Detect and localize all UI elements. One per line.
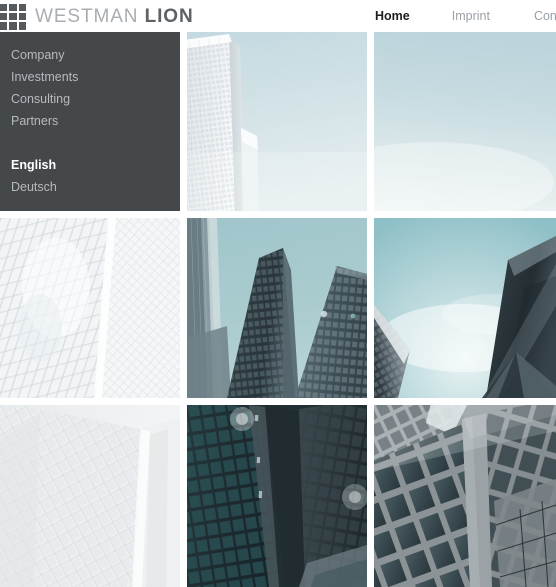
gallery-tile-row3-col3[interactable]: [374, 405, 556, 587]
nav-item-home[interactable]: Home: [375, 10, 410, 23]
logo-square: [0, 3, 8, 11]
logo-square: [9, 3, 17, 11]
logo-square: [9, 12, 17, 21]
brand-logo[interactable]: WESTMAN LION: [0, 0, 194, 32]
nav-item-imprint[interactable]: Imprint: [452, 10, 490, 23]
brand-wordmark: WESTMAN LION: [35, 7, 194, 26]
sidebar-language-deutsch[interactable]: Deutsch: [11, 176, 78, 198]
sidebar: Company Investments Consulting Partners …: [0, 32, 180, 211]
brand-name-primary: WESTMAN: [35, 5, 139, 27]
gallery-tile-row2-col2[interactable]: [187, 218, 367, 398]
sidebar-language-english[interactable]: English: [11, 154, 78, 176]
sidebar-menu: Company Investments Consulting Partners …: [11, 44, 78, 198]
photo-pale-skyscraper-light-sky: [187, 32, 367, 211]
nine-square-grid-icon: [0, 3, 26, 30]
gallery-tile-row2-col3[interactable]: [374, 218, 556, 398]
logo-square: [0, 22, 8, 30]
sidebar-divider-space: [11, 132, 78, 154]
main-navigation: Home Imprint Contact: [375, 0, 556, 32]
photo-white-glass-facade: [0, 218, 180, 398]
logo-square: [9, 22, 17, 30]
logo-square: [18, 3, 26, 11]
nav-item-contact[interactable]: Contact: [534, 10, 556, 23]
gallery-tile-row3-col2[interactable]: [187, 405, 367, 587]
sidebar-item-company[interactable]: Company: [11, 44, 78, 66]
photo-teal-sky-dark-wedges: [374, 218, 556, 398]
photo-pale-gray-office-facade: [0, 405, 180, 587]
sidebar-item-investments[interactable]: Investments: [11, 66, 78, 88]
photo-gray-concrete-framed-windows: [374, 405, 556, 587]
photo-plain-pale-blue-sky: [374, 32, 556, 211]
page-root: WESTMAN LION Home Imprint Contact Compan…: [0, 0, 556, 587]
site-header: WESTMAN LION Home Imprint Contact: [0, 0, 556, 32]
logo-square: [0, 12, 8, 21]
logo-square: [18, 12, 26, 21]
gallery-tile-row1-col3[interactable]: [374, 32, 556, 211]
content-grid: Company Investments Consulting Partners …: [0, 32, 556, 587]
brand-name-secondary: LION: [144, 5, 194, 27]
gallery-tile-row1-col2[interactable]: [187, 32, 367, 211]
gallery-tile-row3-col1[interactable]: [0, 405, 180, 587]
sidebar-item-consulting[interactable]: Consulting: [11, 88, 78, 110]
sidebar-panel: Company Investments Consulting Partners …: [0, 32, 180, 211]
gallery-tile-row2-col1[interactable]: [0, 218, 180, 398]
photo-dark-towers-teal-sky: [187, 218, 367, 398]
logo-square: [18, 22, 26, 30]
sidebar-item-partners[interactable]: Partners: [11, 110, 78, 132]
photo-dark-teal-glass-tower: [187, 405, 367, 587]
